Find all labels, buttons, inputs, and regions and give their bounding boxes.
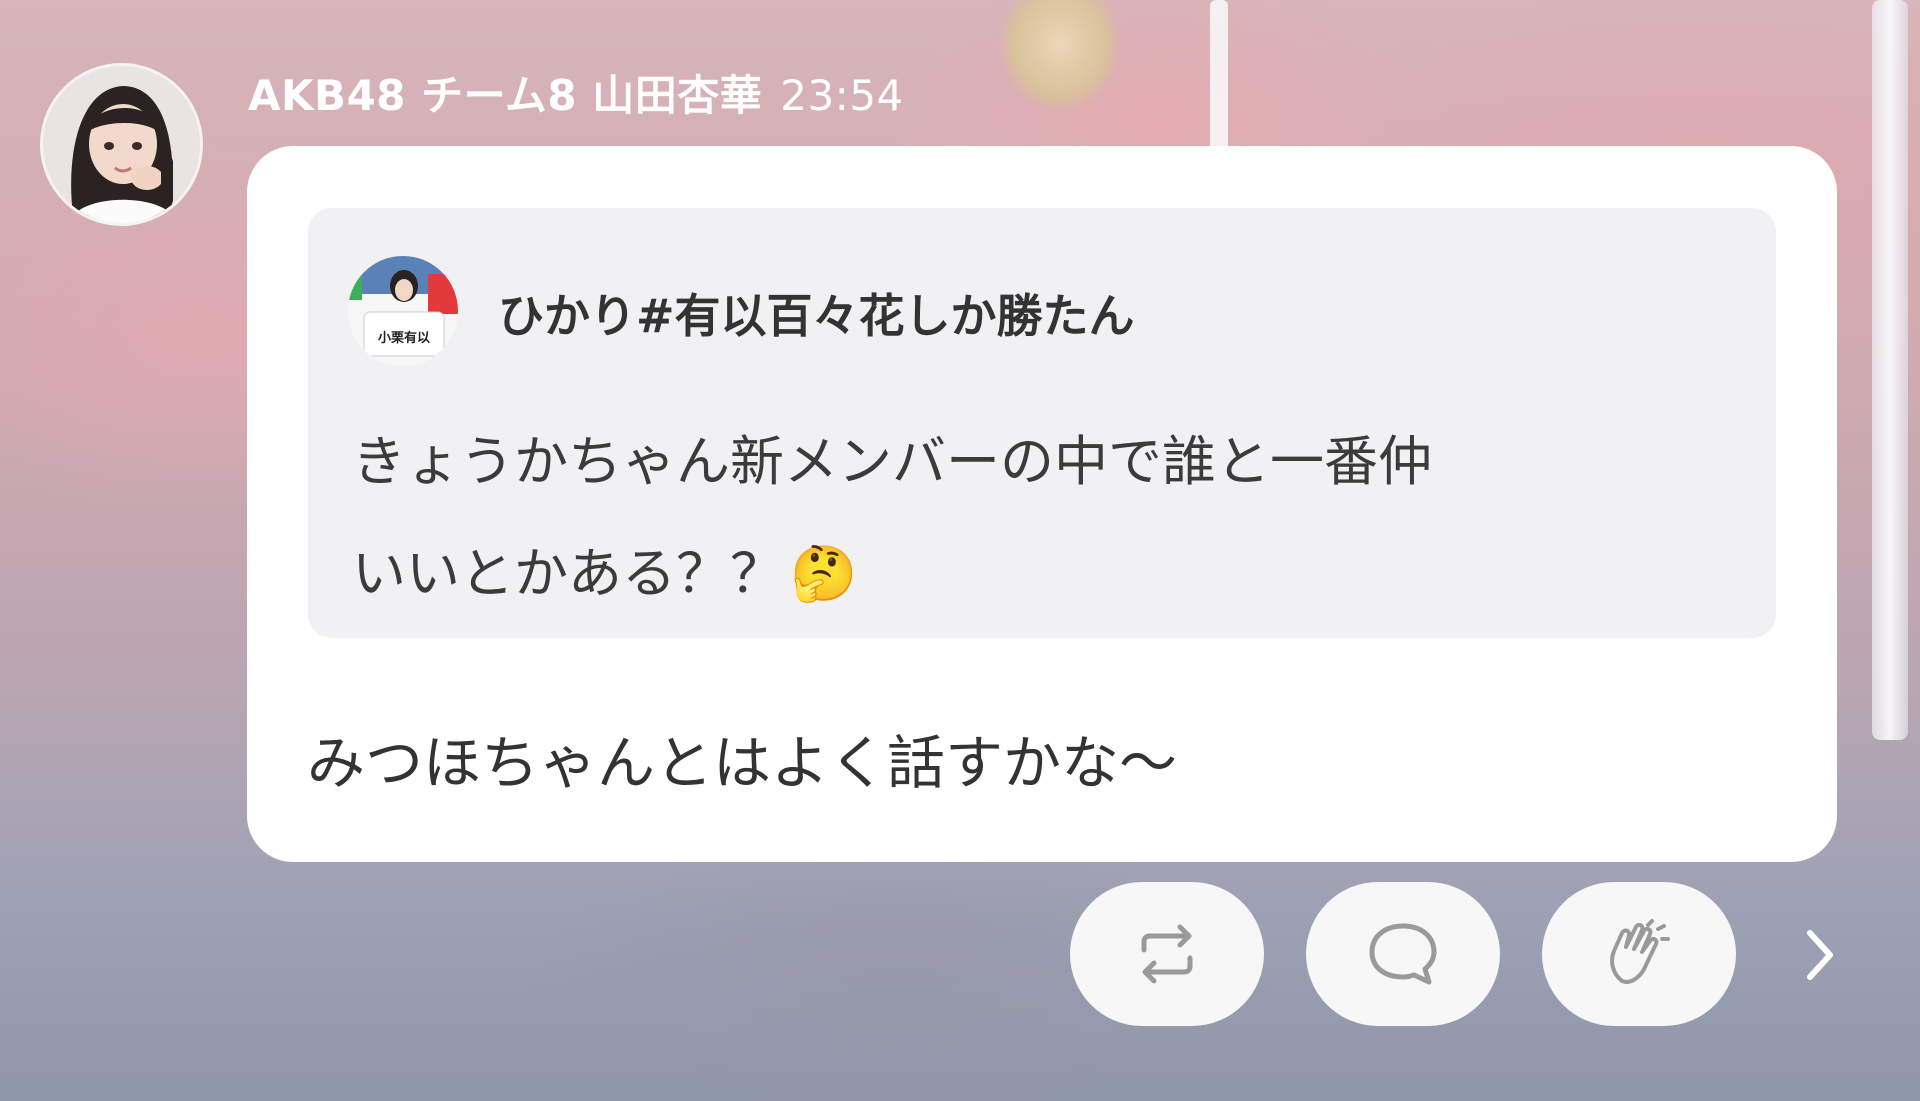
quoted-message-line-1: きょうかちゃん新メンバーの中で誰と一番仲: [352, 430, 1432, 493]
thinking-face-icon: 🤔: [790, 542, 858, 605]
message-bubble: 小栗有以 ひかり#有以百々花しか勝たん きょうかちゃん新メンバーの中で誰と一番仲…: [247, 146, 1837, 862]
post-header: AKB48 チーム8 山田杏華 23:54: [248, 62, 904, 123]
repost-button[interactable]: [1070, 882, 1264, 1026]
chevron-right-icon-shape: [1807, 930, 1833, 980]
repost-icon: [1141, 924, 1193, 984]
reply-message: みつほちゃんとはよく話すかな〜: [307, 729, 1178, 797]
sender-avatar-image: 小栗有以: [348, 256, 458, 366]
post-time: 23:54: [780, 71, 904, 120]
background-lamp: [1000, 0, 1120, 110]
comment-button[interactable]: [1306, 882, 1500, 1026]
clap-button[interactable]: [1542, 882, 1736, 1026]
sender-avatar-label: 小栗有以: [378, 330, 430, 346]
chevron-right-icon[interactable]: [1790, 920, 1850, 990]
sender-avatar-icon: 小栗有以: [348, 256, 458, 366]
quoted-message: きょうかちゃん新メンバーの中で誰と一番仲 いいとかある？？ 🤔: [352, 406, 1732, 630]
sender-name: ひかり#有以百々花しか勝たん: [498, 289, 1135, 343]
member-avatar-icon[interactable]: [40, 63, 203, 226]
comment-icon: [1369, 923, 1437, 985]
member-avatar-image: [43, 66, 200, 223]
clap-icon: [1610, 919, 1670, 984]
quoted-message-line-2-text: いいとかある？？: [352, 542, 784, 605]
quoted-message-line-2: いいとかある？？ 🤔: [352, 518, 1732, 630]
background-post: [1872, 0, 1908, 740]
author-name[interactable]: AKB48 チーム8 山田杏華: [248, 71, 762, 120]
quoted-letter[interactable]: 小栗有以 ひかり#有以百々花しか勝たん きょうかちゃん新メンバーの中で誰と一番仲…: [308, 208, 1776, 638]
background-stand: [1210, 0, 1228, 150]
